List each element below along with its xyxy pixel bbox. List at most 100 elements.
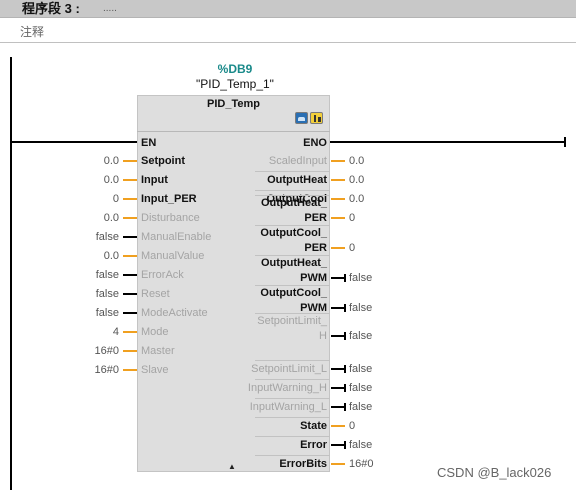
input-value-manualvalue[interactable]: 0.0	[104, 250, 119, 263]
input-value-disturbance[interactable]: 0.0	[104, 212, 119, 225]
input-value-input[interactable]: 0.0	[104, 174, 119, 187]
instance-db-number[interactable]: %DB9	[205, 62, 265, 76]
output-value-inputwarning-l[interactable]: false	[349, 401, 372, 414]
pin-outputheat-pwm-line1[interactable]: OutputHeat_	[261, 257, 327, 270]
pin-eno[interactable]: ENO	[303, 137, 327, 150]
output-value-state[interactable]: 0	[349, 420, 355, 433]
input-value-input-per[interactable]: 0	[113, 193, 119, 206]
pin-outputcool-per[interactable]: PER	[304, 242, 327, 255]
input-wire-slave	[123, 369, 137, 371]
input-value-slave[interactable]: 16#0	[95, 364, 119, 377]
output-wire-setpointlimit-l	[331, 368, 345, 370]
output-value-outputheat-per[interactable]: 0	[349, 212, 355, 225]
pin-setpointlimit-h-line1[interactable]: SetpointLimit_	[257, 315, 327, 328]
commissioning-icon[interactable]	[295, 112, 308, 124]
input-wire-input-per	[123, 198, 137, 200]
input-wire-manualenable	[123, 236, 137, 238]
network-header[interactable]: 程序段 3 : .....	[0, 0, 576, 18]
pin-separator	[255, 190, 330, 191]
pin-outputheat-per[interactable]: PER	[304, 212, 327, 225]
pin-en[interactable]: EN	[141, 137, 156, 150]
input-wire-errorack	[123, 274, 137, 276]
pin-input-per[interactable]: Input_PER	[141, 193, 197, 206]
pin-outputheat[interactable]: OutputHeat	[267, 174, 327, 187]
output-value-outputheat-pwm[interactable]: false	[349, 272, 372, 285]
pin-mode[interactable]: Mode	[141, 326, 169, 339]
comment-label: 注释	[20, 25, 45, 39]
en-wire	[10, 141, 138, 143]
pin-inputwarning-h[interactable]: InputWarning_H	[248, 382, 327, 395]
output-wire-errorbits	[331, 463, 345, 465]
output-wire-outputcool-per	[331, 247, 345, 249]
input-value-setpoint[interactable]: 0.0	[104, 155, 119, 168]
pin-state[interactable]: State	[300, 420, 327, 433]
pin-manualvalue[interactable]: ManualValue	[141, 250, 204, 263]
pin-outputcool-per-line1[interactable]: OutputCool_	[260, 227, 327, 240]
input-wire-modeactivate	[123, 312, 137, 314]
pin-scaledinput[interactable]: ScaledInput	[269, 155, 327, 168]
pin-separator	[255, 171, 330, 172]
input-value-modeactivate[interactable]: false	[96, 307, 119, 320]
pin-input[interactable]: Input	[141, 174, 168, 187]
pin-setpoint[interactable]: Setpoint	[141, 155, 185, 168]
output-value-error[interactable]: false	[349, 439, 372, 452]
output-value-outputcool-per[interactable]: 0	[349, 242, 355, 255]
collapse-arrow-icon[interactable]: ▲	[228, 462, 236, 471]
instance-db-name[interactable]: "PID_Temp_1"	[180, 77, 290, 91]
output-wire-scaledinput	[331, 160, 345, 162]
pin-separator	[255, 436, 330, 437]
pin-setpointlimit-l[interactable]: SetpointLimit_L	[251, 363, 327, 376]
pin-setpointlimit-h[interactable]: H	[319, 330, 327, 343]
pin-modeactivate[interactable]: ModeActivate	[141, 307, 208, 320]
pin-outputheat-per-line1[interactable]: OutputHeat_	[261, 197, 327, 210]
output-value-outputcool-pwm[interactable]: false	[349, 302, 372, 315]
output-wire-end-outputcool-pwm	[344, 304, 346, 312]
input-value-errorack[interactable]: false	[96, 269, 119, 282]
input-value-mode[interactable]: 4	[113, 326, 119, 339]
input-value-master[interactable]: 16#0	[95, 345, 119, 358]
pin-error[interactable]: Error	[300, 439, 327, 452]
pin-outputcool-pwm-line1[interactable]: OutputCool_	[260, 287, 327, 300]
output-wire-error	[331, 444, 345, 446]
pin-errorbits[interactable]: ErrorBits	[279, 458, 327, 471]
pin-errorack[interactable]: ErrorAck	[141, 269, 184, 282]
pin-reset[interactable]: Reset	[141, 288, 170, 301]
network-editor: 程序段 3 : ..... 注释 %DB9 "PID_Temp_1" PID_T…	[0, 0, 576, 490]
output-wire-end-error	[344, 441, 346, 449]
input-wire-setpoint	[123, 160, 137, 162]
pin-outputheat-pwm[interactable]: PWM	[300, 272, 327, 285]
output-value-scaledinput[interactable]: 0.0	[349, 155, 364, 168]
pin-disturbance[interactable]: Disturbance	[141, 212, 200, 225]
wire-end-marker	[564, 137, 566, 147]
pin-slave[interactable]: Slave	[141, 364, 169, 377]
output-wire-inputwarning-h	[331, 387, 345, 389]
output-value-outputheat[interactable]: 0.0	[349, 174, 364, 187]
input-value-reset[interactable]: false	[96, 288, 119, 301]
output-value-setpointlimit-h[interactable]: false	[349, 330, 372, 343]
pin-separator	[255, 313, 330, 314]
input-value-manualenable[interactable]: false	[96, 231, 119, 244]
output-wire-outputheat-per	[331, 217, 345, 219]
output-wire-end-inputwarning-h	[344, 384, 346, 392]
output-value-errorbits[interactable]: 16#0	[349, 458, 373, 471]
output-value-setpointlimit-l[interactable]: false	[349, 363, 372, 376]
output-value-inputwarning-h[interactable]: false	[349, 382, 372, 395]
output-value-outputcool[interactable]: 0.0	[349, 193, 364, 206]
network-title-placeholder[interactable]: .....	[103, 2, 117, 16]
network-comment[interactable]: 注释	[0, 19, 576, 43]
pin-manualenable[interactable]: ManualEnable	[141, 231, 211, 244]
input-wire-reset	[123, 293, 137, 295]
configuration-icon[interactable]	[310, 112, 323, 124]
pin-master[interactable]: Master	[141, 345, 175, 358]
pin-separator	[255, 417, 330, 418]
block-header-divider	[137, 131, 330, 132]
output-wire-inputwarning-l	[331, 406, 345, 408]
pin-separator	[255, 398, 330, 399]
pin-inputwarning-l[interactable]: InputWarning_L	[250, 401, 327, 414]
watermark: CSDN @B_lack026	[437, 465, 552, 480]
output-wire-outputheat-pwm	[331, 277, 345, 279]
pin-separator	[255, 225, 330, 226]
output-wire-setpointlimit-h	[331, 335, 345, 337]
network-title: 程序段 3 :	[22, 1, 80, 16]
output-wire-end-setpointlimit-l	[344, 365, 346, 373]
